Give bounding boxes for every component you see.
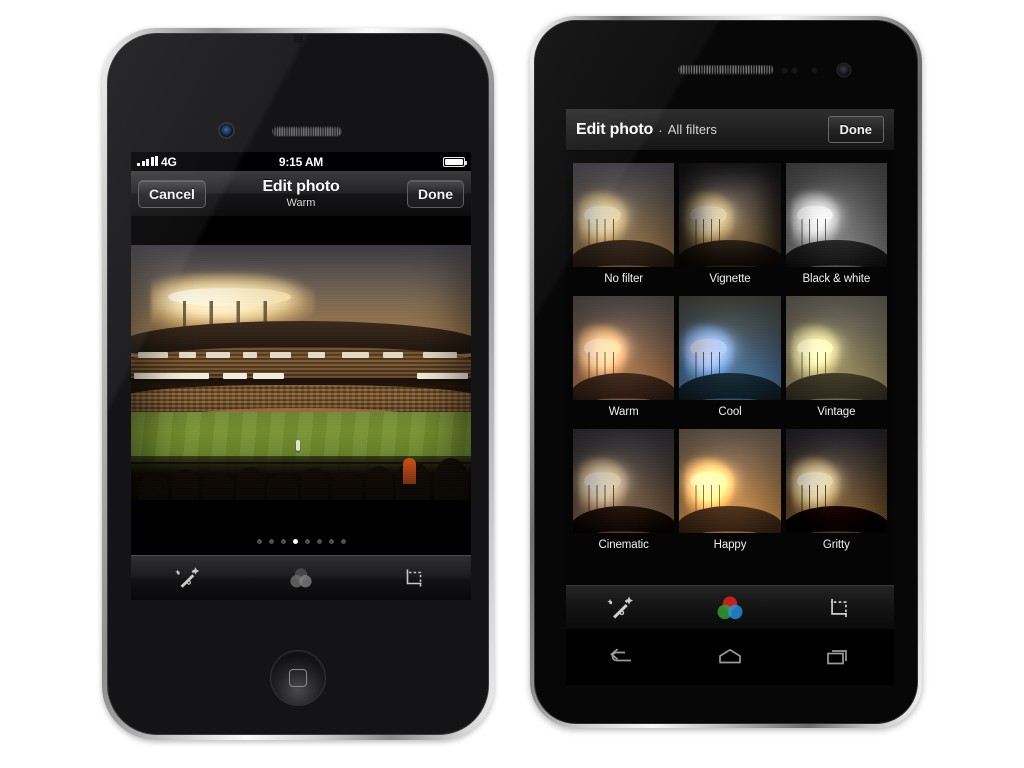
filters-button[interactable] — [244, 565, 357, 591]
filter-label: Warm — [608, 406, 639, 418]
light-sensor-icon — [791, 67, 798, 74]
filter-label: Gritty — [822, 539, 850, 551]
filter-thumbnail[interactable] — [573, 429, 675, 533]
filter-cell[interactable]: Gritty — [785, 429, 887, 560]
filter-cell[interactable]: Black & white — [785, 163, 887, 294]
screenshot-canvas: 4G 9:15 AM Cancel Edit photo Warm Done E… — [0, 0, 1024, 768]
android-screen: Edit photo · All filters Done No filter … — [566, 109, 894, 685]
crop-icon — [831, 598, 848, 617]
done-button[interactable]: Done — [407, 179, 464, 208]
home-button[interactable] — [270, 650, 326, 706]
home-button-glyph — [289, 669, 307, 687]
filter-grid: No filter Vignette Black & white Warm Co… — [573, 163, 887, 560]
title-separator: · — [658, 121, 663, 138]
headphone-slot — [293, 34, 303, 43]
crop-button[interactable] — [785, 594, 894, 622]
back-icon — [609, 648, 631, 662]
filters-icon — [290, 568, 312, 588]
iphone-body: 4G 9:15 AM Cancel Edit photo Warm Done — [107, 33, 489, 735]
android-action-bar: Edit photo · All filters Done — [566, 109, 894, 151]
pager-dot[interactable] — [316, 538, 322, 544]
android-toolbar — [566, 585, 894, 629]
pager-dot[interactable] — [340, 538, 346, 544]
earpiece-speaker — [678, 65, 774, 74]
filter-preview-photo — [679, 163, 781, 267]
pager-dot[interactable] — [328, 538, 334, 544]
filter-thumbnail[interactable] — [573, 296, 675, 400]
filter-thumbnail[interactable] — [573, 163, 675, 267]
ios-toolbar — [131, 555, 471, 600]
edited-photo — [131, 244, 471, 500]
filter-preview-photo — [785, 296, 887, 400]
crop-button[interactable] — [358, 565, 471, 591]
filters-icon — [717, 595, 743, 619]
android-device: Edit photo · All filters Done No filter … — [530, 16, 922, 728]
filter-preview-photo — [785, 163, 887, 267]
iphone-screen: 4G 9:15 AM Cancel Edit photo Warm Done — [131, 152, 471, 600]
filter-preview-photo — [573, 296, 675, 400]
filter-cell[interactable]: Vignette — [679, 163, 781, 294]
cancel-button[interactable]: Cancel — [138, 179, 206, 208]
filter-cell[interactable]: Happy — [679, 429, 781, 560]
back-button[interactable] — [566, 646, 675, 668]
crop-icon — [406, 569, 422, 587]
home-button[interactable] — [675, 646, 784, 668]
filter-label: Cool — [718, 406, 742, 418]
filter-thumbnail[interactable] — [679, 429, 781, 533]
front-camera-icon — [838, 64, 850, 76]
photo-vignette — [131, 245, 471, 500]
recents-icon — [827, 650, 848, 665]
ios-nav-bar: Cancel Edit photo Warm Done — [131, 171, 471, 217]
status-time: 9:15 AM — [278, 154, 324, 169]
filter-preview-photo — [573, 429, 675, 533]
filter-cell[interactable]: Cool — [679, 296, 781, 427]
photo-canvas[interactable] — [131, 217, 471, 527]
iphone-device: 4G 9:15 AM Cancel Edit photo Warm Done — [102, 28, 494, 740]
magic-wand-button[interactable] — [566, 594, 675, 622]
filter-thumbnail[interactable] — [785, 163, 887, 267]
filter-pager-dots[interactable] — [131, 527, 471, 555]
page-title: Edit photo — [576, 120, 654, 138]
android-nav-bar — [566, 629, 894, 685]
filter-preview-photo — [785, 429, 887, 533]
filter-label: Black & white — [802, 273, 871, 285]
filter-label: Vignette — [709, 273, 751, 285]
filter-preview-photo — [679, 296, 781, 400]
done-button[interactable]: Done — [827, 116, 884, 143]
pager-dot[interactable] — [292, 538, 298, 544]
ios-status-bar: 4G 9:15 AM — [131, 152, 471, 171]
magic-wand-icon — [607, 595, 633, 618]
filter-preview-photo — [573, 163, 675, 267]
filters-panel: No filter Vignette Black & white Warm Co… — [566, 151, 894, 629]
filter-label: Happy — [713, 539, 747, 551]
filter-thumbnail[interactable] — [679, 296, 781, 400]
recents-button[interactable] — [785, 646, 894, 668]
front-camera-icon — [220, 124, 233, 137]
magic-wand-icon — [174, 567, 199, 588]
battery-full-icon — [443, 156, 467, 167]
filter-cell[interactable]: Vintage — [785, 296, 887, 427]
pager-dot[interactable] — [280, 538, 286, 544]
filter-cell[interactable]: No filter — [573, 163, 675, 294]
filter-thumbnail[interactable] — [679, 163, 781, 267]
filter-cell[interactable]: Cinematic — [573, 429, 675, 560]
filter-preview-photo — [679, 429, 781, 533]
pager-dot[interactable] — [268, 538, 274, 544]
filter-label: Vintage — [817, 406, 856, 418]
filter-cell[interactable]: Warm — [573, 296, 675, 427]
pager-dot[interactable] — [304, 538, 310, 544]
notification-led — [811, 67, 818, 74]
filter-thumbnail[interactable] — [785, 429, 887, 533]
pager-dot[interactable] — [256, 538, 262, 544]
filters-button[interactable] — [675, 593, 784, 623]
android-body: Edit photo · All filters Done No filter … — [534, 20, 918, 724]
magic-wand-button[interactable] — [131, 565, 244, 591]
filter-label: No filter — [604, 273, 644, 285]
filter-label: Cinematic — [598, 539, 649, 551]
breadcrumb-subtitle: All filters — [667, 122, 717, 137]
filter-thumbnail[interactable] — [785, 296, 887, 400]
proximity-sensor-icon — [781, 67, 788, 74]
earpiece-speaker — [272, 126, 342, 136]
home-icon — [719, 648, 741, 664]
